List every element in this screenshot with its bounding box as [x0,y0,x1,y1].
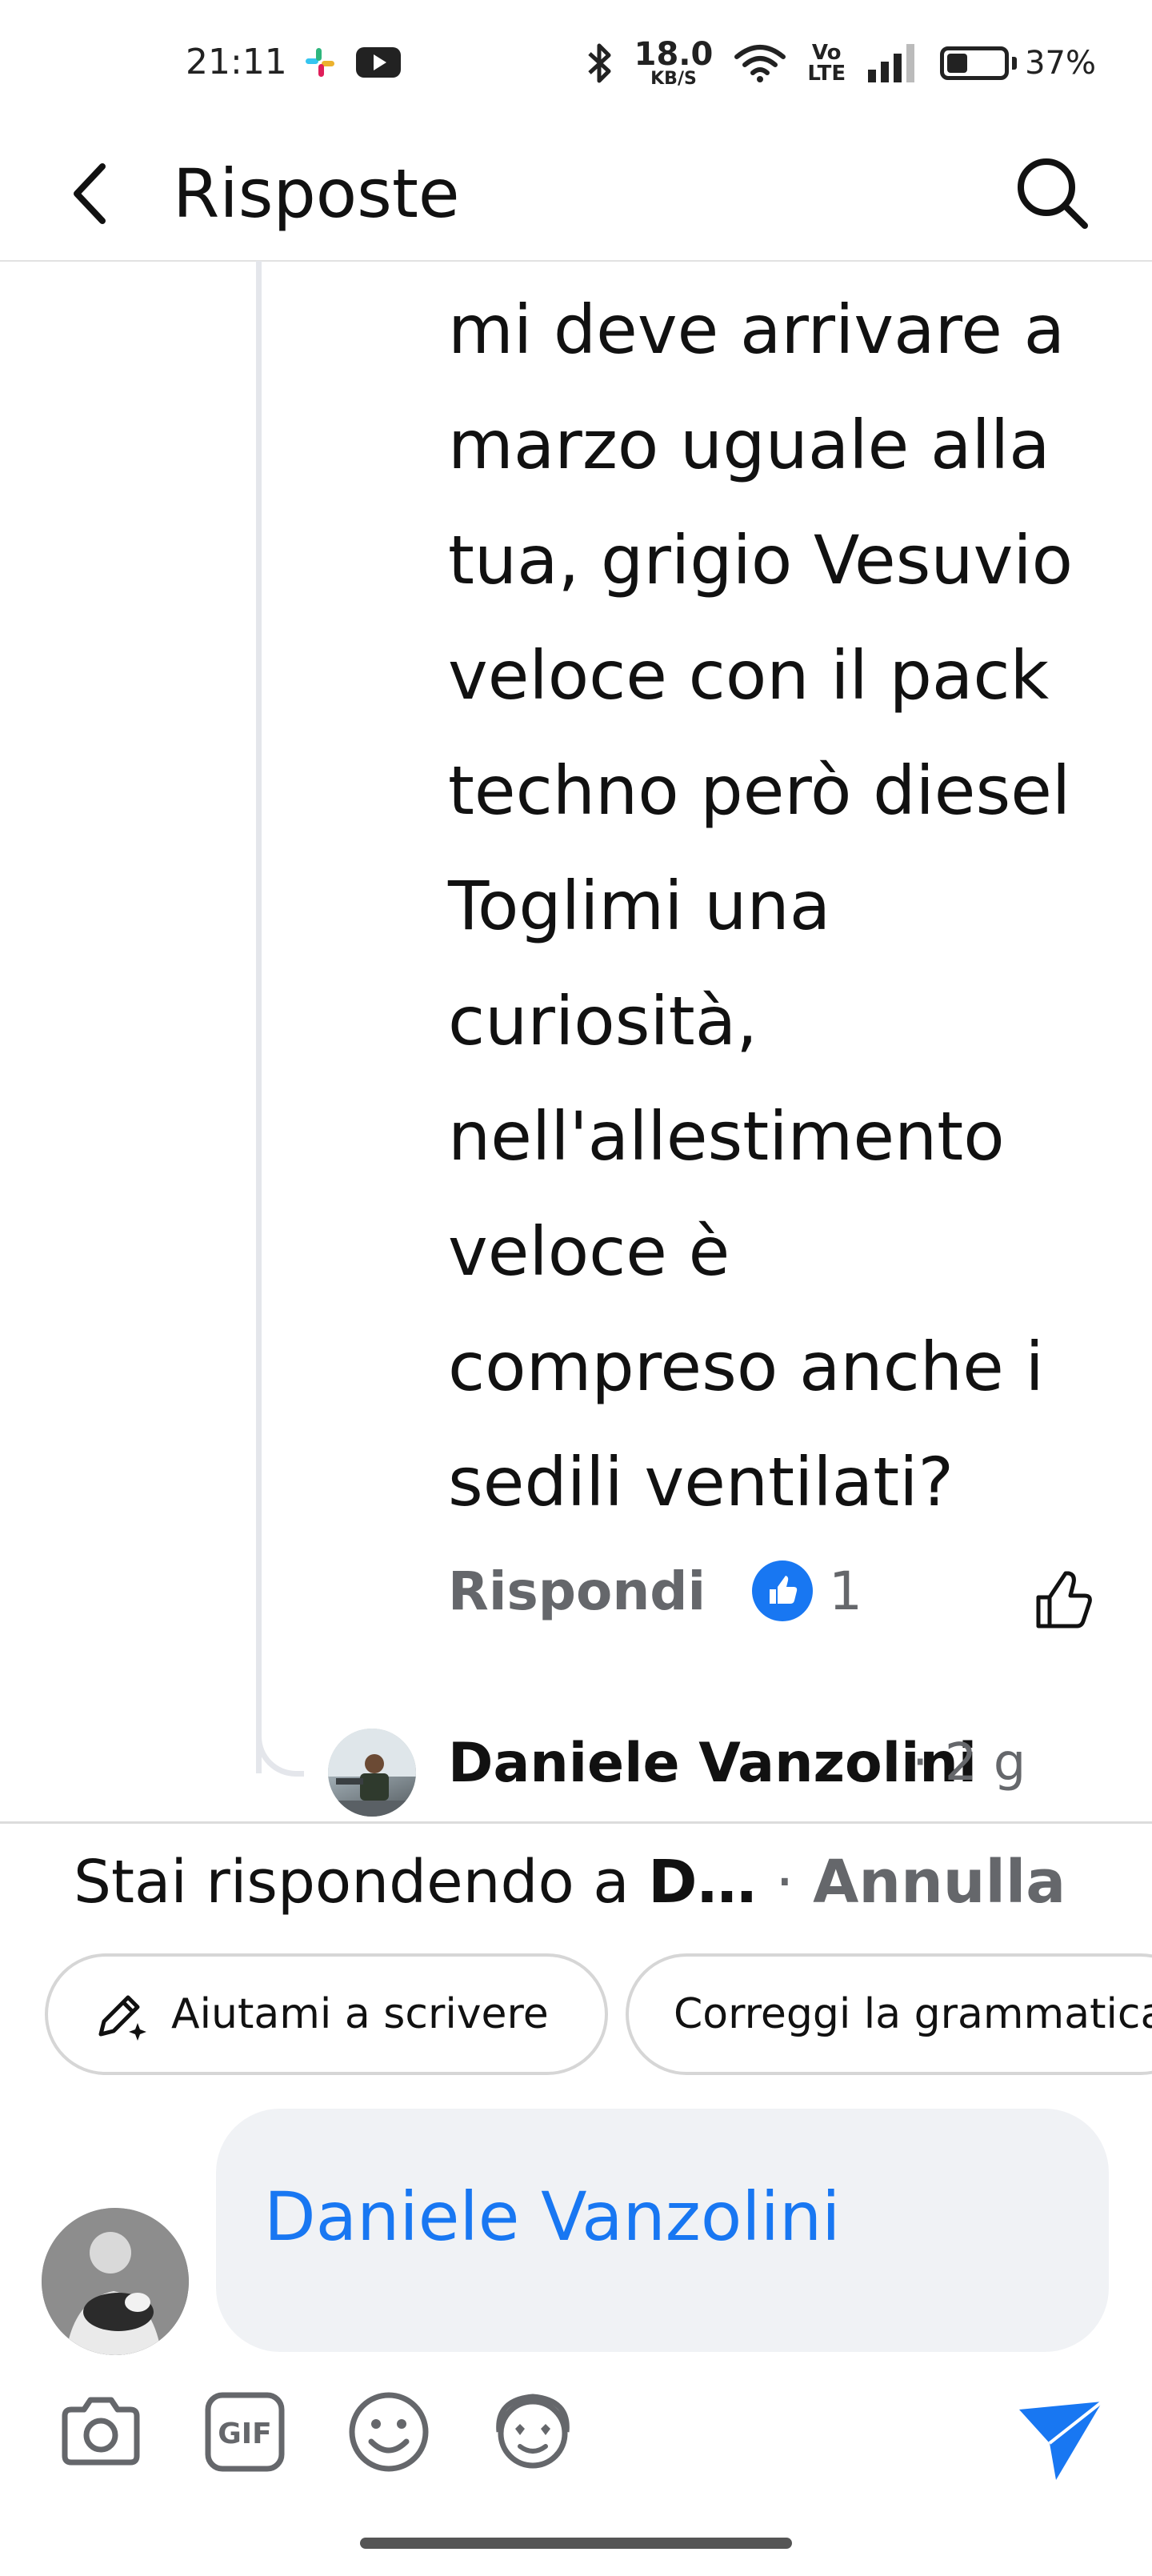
like-reaction-icon [752,1560,813,1621]
like-button-icon[interactable] [1032,1568,1096,1633]
fix-grammar-chip[interactable]: Correggi la grammatica [626,1953,1152,2075]
mention-tag: Daniele Vanzolini [264,2177,841,2256]
bluetooth-icon [587,43,611,83]
page-title: Risposte [173,154,460,233]
network-speed: 18.0 KB/S [634,36,714,89]
volte-indicator: Vo LTE [807,41,846,86]
reply-button[interactable]: Rispondi [448,1560,706,1622]
status-bar: 21:11 18.0 KB/S Vo LTE 37% [0,0,1152,128]
send-icon[interactable] [1013,2395,1109,2483]
next-reply-header[interactable]: Daniele Vanzolini · 2 g [328,1729,1128,1817]
avatar-sticker-icon[interactable] [485,2384,581,2480]
search-icon[interactable] [1008,149,1096,237]
replying-separator: · [756,1848,814,1917]
back-arrow-icon[interactable] [56,146,152,242]
avatar[interactable] [328,1729,416,1817]
svg-text:GIF: GIF [218,2418,272,2450]
status-time: 21:11 [186,42,287,82]
reply-timestamp: · 2 g [912,1733,1026,1793]
comment-actions: Rispondi 1 [448,1552,1112,1633]
avatar [42,2208,189,2355]
wifi-icon [734,45,786,82]
battery-icon [940,46,1010,80]
battery-indicator: 37% [940,45,1096,82]
chip-label: Aiutami a scrivere [171,1990,549,2038]
slack-app-icon [306,48,334,77]
pencil-sparkle-icon [98,1995,146,2041]
comment-input[interactable]: Daniele Vanzolini [216,2109,1109,2352]
replying-name: D… [648,1848,757,1917]
emoji-icon[interactable] [341,2384,437,2480]
cancel-reply-button[interactable]: Annulla [813,1848,1066,1917]
top-app-bar: Risposte [0,128,1152,262]
gif-icon[interactable]: GIF [197,2384,293,2480]
help-me-write-chip[interactable]: Aiutami a scrivere [45,1953,608,2075]
comment-body: mi deve arrivare a marzo uguale alla tua… [448,290,1074,1521]
battery-percent: 37% [1025,45,1096,82]
replying-prefix: Stai rispondendo a [74,1848,649,1917]
author-name[interactable]: Daniele Vanzolini [448,1732,977,1795]
youtube-app-icon [356,47,401,78]
reply-composer: Stai rispondendo a D… · Annulla Aiutami … [0,1821,1152,2576]
camera-icon[interactable] [53,2384,149,2480]
home-indicator[interactable] [360,2538,792,2549]
composer-toolbar: GIF [0,2384,1152,2496]
chip-label: Correggi la grammatica [674,1990,1152,2038]
like-count: 1 [829,1560,862,1622]
replying-to-bar: Stai rispondendo a D… · Annulla [74,1848,1066,1917]
thread-connector-line [256,261,262,1773]
thread-connector-curve [256,1689,304,1777]
signal-icon [868,44,915,82]
